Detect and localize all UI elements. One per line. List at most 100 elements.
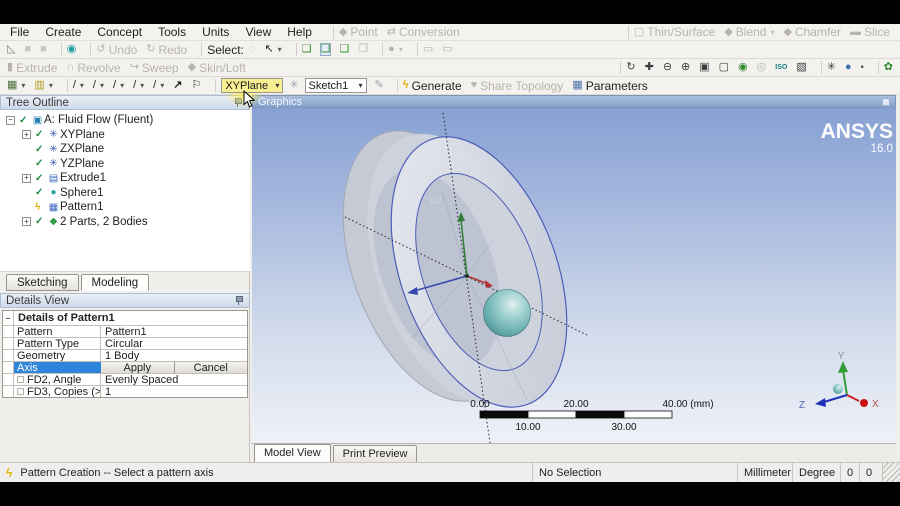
details-view-title: Details View (6, 294, 70, 307)
new-plane-button[interactable]: ✳ (289, 80, 298, 91)
check-icon: ✓ (35, 216, 44, 228)
new-sketch-button[interactable]: ◺ (7, 44, 15, 55)
iso-view-button[interactable]: ISO (775, 64, 787, 71)
undo-button: ↺ Undo (96, 42, 138, 57)
image-capture-button[interactable]: ◉ (67, 44, 77, 55)
tree-item-sphere1[interactable]: ✓ ● Sphere1 (0, 186, 250, 201)
tree-item-xyplane[interactable]: + ✓ ✳ XYPlane (0, 128, 250, 143)
edge-style-button-3[interactable]: / ▾ (113, 80, 124, 91)
box-zoom-button[interactable]: ▣ (699, 62, 709, 73)
pattern-type-value[interactable]: Circular (101, 338, 247, 349)
rotate-view-button[interactable]: ↻ (626, 62, 635, 73)
tab-sketching[interactable]: Sketching (6, 274, 79, 291)
divider (416, 43, 418, 56)
save-as-button: ■ (40, 44, 47, 55)
direction-arrow-button[interactable]: ↗ (173, 80, 182, 91)
menu-concept[interactable]: Concept (97, 25, 142, 39)
cancel-button[interactable]: Cancel (173, 362, 247, 373)
pin-icon[interactable] (234, 295, 244, 306)
ring-body[interactable] (309, 108, 600, 431)
edge-style-button-2[interactable]: / ▾ (93, 80, 104, 91)
line-style-icon: / (92, 79, 96, 91)
chamfer-icon: ◆ (783, 25, 792, 38)
edge-color-button[interactable]: ▥ ▾ (34, 80, 52, 91)
edge-style-button-4[interactable]: / ▾ (133, 80, 144, 91)
menu-tools[interactable]: Tools (158, 25, 186, 39)
display-edges-button[interactable]: ✿ (884, 62, 893, 73)
status-selection: No Selection (533, 463, 738, 482)
sweep-icon: ↪ (129, 61, 139, 73)
menu-units[interactable]: Units (202, 25, 229, 39)
magnifier-button[interactable]: ◉ (738, 62, 748, 73)
menu-file[interactable]: File (10, 25, 29, 39)
tree-item-yzplane[interactable]: ✓ ✳ YZPlane (0, 157, 250, 172)
menu-help[interactable]: Help (287, 25, 312, 39)
z-axis-label: Z (799, 400, 805, 411)
select-cursor-button[interactable]: ↖ ▾ (264, 44, 281, 55)
expand-icon[interactable]: + (22, 173, 31, 183)
expand-icon[interactable]: + (22, 130, 31, 140)
details-view-header: Details View (0, 293, 250, 308)
tree-item-project[interactable]: − ✓ ▣ A: Fluid Flow (Fluent) (0, 113, 250, 128)
collapse-icon[interactable]: − (6, 115, 15, 125)
check-icon: ✓ (35, 158, 44, 170)
copies-value[interactable]: 1 (101, 386, 247, 397)
collapse-icon[interactable]: − (3, 311, 14, 325)
tree-outline-header: Tree Outline (0, 95, 249, 110)
feature-toolbar: ▮ Extrude ∩ Revolve ↪ Sweep ◆ Skin/Loft ↻ ✚ … (0, 59, 900, 77)
face-color-button[interactable]: ▦ ▾ (7, 80, 25, 91)
look-at-button[interactable]: ▧ (796, 62, 806, 73)
pencil-icon: ✎ (374, 79, 384, 91)
edge-style-button-5[interactable]: / ▾ (153, 80, 164, 91)
edge-style-button-1[interactable]: / ▾ (73, 80, 84, 91)
menu-view[interactable]: View (245, 25, 271, 39)
zoom-fit-button[interactable]: ▢ (719, 62, 729, 73)
display-points-button[interactable]: • (861, 63, 864, 72)
conversion-icon: ⇄ (386, 25, 396, 38)
divider (877, 61, 879, 74)
filter-face-button[interactable]: ❏ (339, 44, 349, 55)
flag-button[interactable]: ⚐ (191, 80, 201, 91)
axis-triad[interactable]: X Y Z (799, 351, 879, 411)
tree-item-parts-bodies[interactable]: + ✓ ◆ 2 Parts, 2 Bodies (0, 215, 250, 230)
tab-modeling[interactable]: Modeling (80, 274, 150, 291)
tree-item-pattern1[interactable]: ϟ ▦ Pattern1 (0, 200, 250, 215)
magnifier-icon: ◉ (738, 61, 748, 73)
apply-button[interactable]: Apply (101, 362, 174, 373)
checkbox-icon[interactable] (17, 376, 24, 383)
sketch-select-dropdown[interactable]: Sketch1 ▾ (304, 78, 367, 93)
angle-value[interactable]: Evenly Spaced (101, 374, 247, 385)
checkbox-icon[interactable] (17, 388, 24, 395)
previous-view-icon: ◎ (756, 61, 767, 73)
tab-model-view[interactable]: Model View (254, 444, 331, 462)
zoom-in-button[interactable]: ⊕ (681, 62, 690, 73)
panel-button-icon[interactable] (882, 97, 890, 106)
filter-edge-button[interactable]: ❏ (319, 43, 332, 56)
mode-tabs: Sketching Modeling (6, 274, 151, 291)
dimension-label: D2 (430, 196, 442, 206)
divider (66, 79, 68, 92)
tree-item-zxplane[interactable]: ✓ ✳ ZXPlane (0, 142, 250, 157)
display-plane-button[interactable]: ✳ (827, 62, 836, 73)
display-model-button[interactable]: ● (845, 62, 852, 73)
new-sketch-button-2[interactable]: ✎ (375, 80, 384, 91)
shaded-sphere-icon: ● (844, 61, 852, 73)
cursor-icon: ↖ (264, 43, 274, 55)
resize-grip[interactable] (883, 463, 900, 482)
graphics-viewport[interactable]: ANSYS 16.0 D2 D1 0.00 20.00 40.00 (mm) 1… (252, 108, 896, 443)
menu-create[interactable]: Create (45, 25, 81, 39)
parameters-button[interactable]: ▦ Parameters (572, 79, 647, 93)
filter-vertex-button[interactable]: ❏ (302, 44, 312, 55)
dropdown-arrow-icon: ▾ (275, 81, 280, 90)
tab-print-preview[interactable]: Print Preview (332, 445, 418, 462)
box-zoom-icon: ▣ (699, 61, 710, 73)
pan-view-button[interactable]: ✚ (645, 62, 654, 73)
generate-button[interactable]: ϟ Generate (403, 79, 462, 93)
dimension-label: D1 (488, 238, 500, 248)
check-icon: ✓ (35, 187, 44, 199)
zoom-out-button[interactable]: ⊖ (663, 62, 672, 73)
tree-item-extrude1[interactable]: + ✓ ▤ Extrude1 (0, 171, 250, 186)
sphere-body[interactable] (483, 289, 531, 337)
divider (620, 61, 622, 74)
expand-icon[interactable]: + (22, 217, 31, 227)
